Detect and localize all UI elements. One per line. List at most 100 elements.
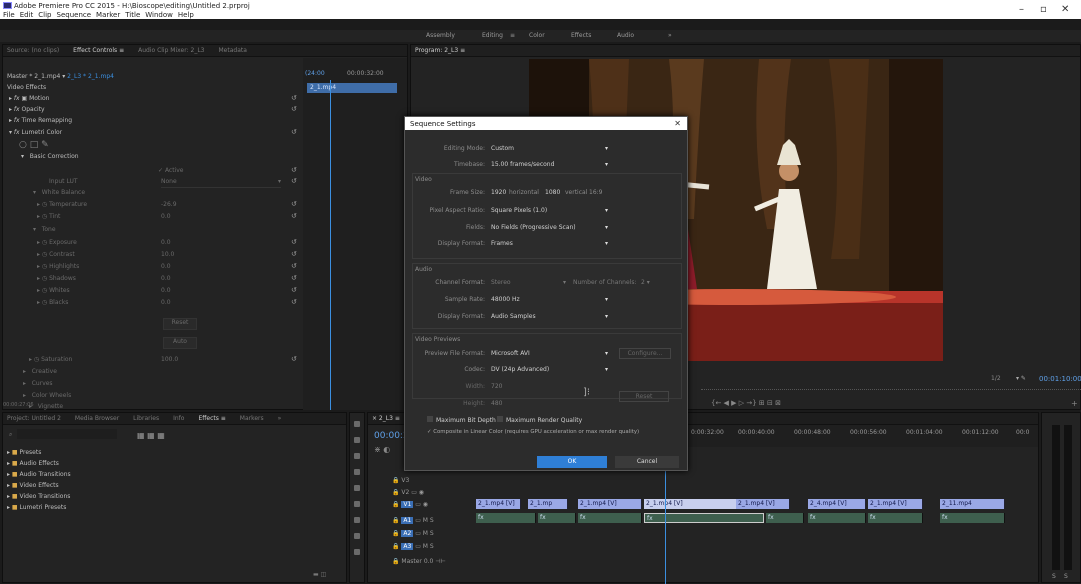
video-clip[interactable]: 2_4.mp4 [V] bbox=[808, 499, 866, 509]
ripple-edit-tool-icon[interactable] bbox=[354, 453, 360, 459]
solo-left-button[interactable]: S bbox=[1052, 573, 1056, 580]
video-clip[interactable]: 2_1.mp4 [V] bbox=[736, 499, 790, 509]
reset-icon[interactable]: ↺ bbox=[291, 128, 297, 136]
effect-motion[interactable]: Motion bbox=[29, 95, 49, 102]
reset-icon[interactable]: ↺ bbox=[291, 262, 297, 270]
master-clip-label[interactable]: Master * 2_1.mp4 bbox=[7, 73, 60, 80]
channel-format-dropdown[interactable]: Stereo ▾ bbox=[491, 279, 569, 286]
effects-item-presets[interactable]: Presets bbox=[20, 449, 42, 456]
track-label[interactable]: V1 bbox=[401, 501, 414, 508]
workspace-editing[interactable]: Editing bbox=[482, 32, 503, 39]
program-scrub-bar[interactable] bbox=[701, 389, 1081, 393]
blacks-label[interactable]: Blacks bbox=[49, 299, 68, 306]
workspace-audio[interactable]: Audio bbox=[617, 32, 634, 39]
link-icon[interactable]: ]⁝ bbox=[583, 387, 590, 398]
minimize-button[interactable]: – bbox=[1019, 4, 1024, 15]
effects-item-video-transitions[interactable]: Video Transitions bbox=[20, 493, 71, 500]
reset-icon[interactable]: ↺ bbox=[291, 298, 297, 306]
shadows-label[interactable]: Shadows bbox=[49, 275, 76, 282]
menu-window[interactable]: Window bbox=[145, 11, 173, 19]
height-field[interactable]: 480 bbox=[491, 400, 502, 407]
workspace-overflow[interactable]: » bbox=[668, 32, 672, 39]
configure-button[interactable]: Configure... bbox=[619, 348, 671, 359]
tab-media-browser[interactable]: Media Browser bbox=[75, 415, 119, 422]
new-folder-icon[interactable]: ▬ ◫ bbox=[313, 571, 326, 581]
blacks-value[interactable]: 0.0 bbox=[161, 299, 171, 309]
workspace-assembly[interactable]: Assembly bbox=[426, 32, 455, 39]
sample-rate-dropdown[interactable]: 48000 Hz ▾ bbox=[491, 296, 611, 303]
workspace-color[interactable]: Color bbox=[529, 32, 545, 39]
reset-icon[interactable]: ↺ bbox=[291, 212, 297, 220]
timebase-dropdown[interactable]: 15.00 frames/second ▾ bbox=[491, 161, 611, 168]
close-button[interactable]: ✕ bbox=[1061, 4, 1069, 15]
temperature-value[interactable]: -26.9 bbox=[161, 201, 177, 211]
slip-tool-icon[interactable] bbox=[354, 501, 360, 507]
white-balance-section[interactable]: White Balance bbox=[42, 189, 85, 196]
effect-lumetri-color[interactable]: Lumetri Color bbox=[22, 129, 63, 136]
reset-icon[interactable]: ↺ bbox=[291, 286, 297, 294]
max-bit-depth-checkbox[interactable]: Maximum Bit Depth bbox=[427, 416, 496, 424]
track-label[interactable]: A2 bbox=[401, 530, 414, 537]
video-clip[interactable]: 2_11.mp4 bbox=[940, 499, 1005, 509]
ec-playhead[interactable] bbox=[330, 80, 331, 410]
menu-edit[interactable]: Edit bbox=[20, 11, 34, 19]
active-checkbox[interactable]: Active bbox=[165, 167, 184, 174]
tint-label[interactable]: Tint bbox=[49, 213, 60, 220]
editing-mode-dropdown[interactable]: Custom ▾ bbox=[491, 145, 611, 152]
reset-icon[interactable]: ↺ bbox=[291, 166, 297, 174]
saturation-label[interactable]: Saturation bbox=[41, 356, 72, 363]
tone-section[interactable]: Tone bbox=[42, 226, 56, 233]
tab-project[interactable]: Project: Untitled 2 bbox=[7, 415, 61, 422]
solo-right-button[interactable]: S bbox=[1064, 573, 1068, 580]
menu-sequence[interactable]: Sequence bbox=[57, 11, 92, 19]
auto-button[interactable]: Auto bbox=[163, 337, 197, 349]
curves-section[interactable]: Curves bbox=[32, 380, 53, 387]
effects-item-audio-effects[interactable]: Audio Effects bbox=[20, 460, 59, 467]
settings-wrench-icon[interactable]: ▾ ✎ bbox=[1016, 375, 1026, 385]
tab-effects[interactable]: Effects ≡ bbox=[198, 415, 225, 422]
program-timecode[interactable]: 00:01:10:00 bbox=[1039, 375, 1081, 385]
audio-clip[interactable]: fx bbox=[766, 513, 804, 523]
cancel-button[interactable]: Cancel bbox=[615, 456, 679, 468]
reset-icon[interactable]: ↺ bbox=[291, 274, 297, 282]
audio-clip[interactable]: fx bbox=[538, 513, 576, 523]
tab-overflow[interactable]: » bbox=[278, 415, 282, 422]
track-label[interactable]: V3 bbox=[401, 477, 409, 484]
workspace-effects[interactable]: Effects bbox=[571, 32, 591, 39]
master-volume[interactable]: 0.0 bbox=[424, 558, 434, 565]
audio-clip[interactable]: fx bbox=[868, 513, 923, 523]
track-label[interactable]: A3 bbox=[401, 543, 414, 550]
hand-tool-icon[interactable] bbox=[354, 533, 360, 539]
fields-dropdown[interactable]: No Fields (Progressive Scan) ▾ bbox=[491, 224, 611, 231]
effects-item-audio-transitions[interactable]: Audio Transitions bbox=[20, 471, 71, 478]
menu-marker[interactable]: Marker bbox=[96, 11, 120, 19]
workspace-menu-icon[interactable]: ≡ bbox=[510, 32, 515, 39]
max-render-quality-checkbox[interactable]: Maximum Render Quality bbox=[497, 416, 582, 424]
num-channels-field[interactable]: 2 ▾ bbox=[641, 279, 650, 286]
menu-title[interactable]: Title bbox=[125, 11, 140, 19]
whites-value[interactable]: 0.0 bbox=[161, 287, 171, 297]
codec-dropdown[interactable]: DV (24p Advanced) ▾ bbox=[491, 366, 611, 373]
rolling-edit-tool-icon[interactable] bbox=[354, 469, 360, 475]
reset-size-button[interactable]: Reset bbox=[619, 391, 669, 402]
input-lut-dropdown[interactable]: None ▾ bbox=[161, 178, 281, 188]
saturation-value[interactable]: 100.0 bbox=[161, 356, 178, 366]
menu-clip[interactable]: Clip bbox=[38, 11, 51, 19]
mask-tools-icons[interactable]: ○ □ ✎ bbox=[19, 140, 49, 150]
tab-metadata[interactable]: Metadata bbox=[218, 47, 246, 54]
effect-opacity[interactable]: Opacity bbox=[22, 106, 45, 113]
selection-tool-icon[interactable] bbox=[354, 421, 360, 427]
audio-clip[interactable]: fx bbox=[808, 513, 866, 523]
maximize-button[interactable]: ▫ bbox=[1040, 4, 1047, 15]
composite-linear-checkbox[interactable]: ✓ Composite in Linear Color (requires GP… bbox=[427, 429, 639, 435]
highlights-label[interactable]: Highlights bbox=[49, 263, 79, 270]
contrast-label[interactable]: Contrast bbox=[49, 251, 75, 258]
par-dropdown[interactable]: Square Pixels (1.0) ▾ bbox=[491, 207, 611, 214]
tab-source[interactable]: Source: (no clips) bbox=[7, 47, 59, 54]
whites-label[interactable]: Whites bbox=[49, 287, 70, 294]
audio-display-format-dropdown[interactable]: Audio Samples ▾ bbox=[491, 313, 611, 320]
effect-time-remapping[interactable]: Time Remapping bbox=[22, 117, 73, 124]
exposure-label[interactable]: Exposure bbox=[49, 239, 77, 246]
highlights-value[interactable]: 0.0 bbox=[161, 263, 171, 273]
temperature-label[interactable]: Temperature bbox=[49, 201, 87, 208]
